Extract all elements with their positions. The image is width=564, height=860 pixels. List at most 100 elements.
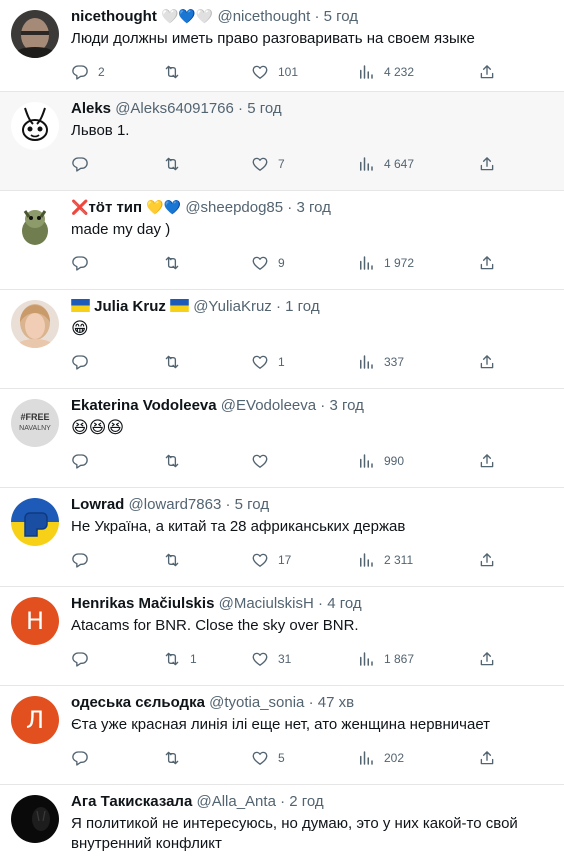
tweet-item[interactable]: Aleks @Aleks64091766 · 5 год Львов 1. 7 … [0, 92, 564, 191]
reply-button[interactable]: 2 [71, 62, 105, 82]
like-button[interactable]: 101 [251, 62, 298, 82]
display-name[interactable]: nicethought [71, 8, 157, 25]
user-handle[interactable]: @Alla_Anta [196, 793, 275, 810]
tweet-time[interactable]: 47 хв [318, 694, 354, 711]
tweet-item[interactable]: H Henrikas Mačiulskis @MaciulskisH · 4 г… [0, 587, 564, 686]
avatar[interactable]: H [11, 597, 59, 645]
avatar[interactable] [11, 102, 59, 150]
user-handle[interactable]: @sheepdog85 [185, 199, 283, 216]
retweet-button[interactable] [163, 550, 190, 570]
tweet-time[interactable]: 2 год [289, 793, 323, 810]
tweet-time[interactable]: 4 год [327, 595, 361, 612]
like-button[interactable]: 9 [251, 253, 285, 273]
display-name[interactable]: Aleks [71, 100, 111, 117]
avatar[interactable] [11, 201, 59, 249]
retweet-button[interactable] [163, 451, 190, 471]
reply-button[interactable] [71, 550, 98, 570]
reply-icon [71, 353, 89, 371]
tweet-time[interactable]: 5 год [235, 496, 269, 513]
retweet-button[interactable]: 1 [163, 649, 197, 669]
share-button[interactable] [478, 550, 496, 570]
retweet-button[interactable] [163, 748, 190, 768]
views-button[interactable]: 202 [357, 748, 404, 768]
share-button[interactable] [478, 253, 496, 273]
tweet-item[interactable]: nicethought 🤍💙🤍 @nicethought · 5 год Люд… [0, 0, 564, 92]
tweet-text: Люди должны иметь право разговаривать на… [71, 30, 475, 47]
reply-button[interactable] [71, 649, 98, 669]
tweet-time[interactable]: 5 год [324, 8, 358, 25]
user-handle[interactable]: @Aleks64091766 [115, 100, 234, 117]
reply-button[interactable] [71, 352, 98, 372]
like-button[interactable]: 31 [251, 649, 291, 669]
views-button[interactable]: 4 232 [357, 62, 414, 82]
retweet-button[interactable] [163, 62, 190, 82]
tweet-item[interactable]: #FREE NAVALNY Ekaterina Vodoleeva @EVodol… [0, 389, 564, 488]
display-name[interactable]: Ekaterina Vodoleeva [71, 397, 217, 414]
avatar[interactable] [11, 300, 59, 348]
name-emoji: 🤍💙🤍 [161, 9, 214, 25]
reply-icon [71, 63, 89, 81]
avatar[interactable] [11, 498, 59, 546]
tweet-item[interactable]: Л одеська сєльодка @tyotia_sonia · 47 хв… [0, 686, 564, 785]
reply-button[interactable] [71, 253, 98, 273]
tweet-time[interactable]: 5 год [247, 100, 281, 117]
reply-button[interactable] [71, 748, 98, 768]
share-button[interactable] [478, 451, 496, 471]
reply-icon [71, 254, 89, 272]
tweet-header: Ага Такисказала @Alla_Anta · 2 год [71, 793, 556, 811]
retweet-icon [163, 452, 181, 470]
view-count: 1 972 [384, 256, 415, 270]
share-icon [478, 749, 496, 767]
like-button[interactable]: 1 [251, 352, 285, 372]
dot-separator: · [320, 397, 326, 414]
display-name[interactable]: Lowrad [71, 496, 124, 513]
views-button[interactable]: 337 [357, 352, 404, 372]
display-name[interactable]: Ага Такисказала [71, 793, 192, 810]
avatar[interactable] [11, 795, 59, 843]
tweet-item[interactable]: Lowrad @loward7863 · 5 год Не Україна, а… [0, 488, 564, 587]
avatar[interactable] [11, 10, 59, 58]
tweet-time[interactable]: 3 год [296, 199, 330, 216]
like-count: 17 [278, 553, 292, 567]
tweet-item[interactable]: Julia Kruz @YuliaKruz · 1 год 😁 1 337 [0, 290, 564, 389]
reply-button[interactable] [71, 451, 98, 471]
share-button[interactable] [478, 748, 496, 768]
like-button[interactable]: 17 [251, 550, 291, 570]
views-button[interactable]: 4 647 [357, 154, 414, 174]
avatar[interactable]: Л [11, 696, 59, 744]
retweet-icon [163, 155, 181, 173]
tweet-time[interactable]: 1 год [285, 298, 319, 315]
display-name[interactable]: Henrikas Mačiulskis [71, 595, 214, 612]
user-handle[interactable]: @loward7863 [129, 496, 222, 513]
share-button[interactable] [478, 62, 496, 82]
user-handle[interactable]: @YuliaKruz [193, 298, 272, 315]
retweet-button[interactable] [163, 253, 190, 273]
views-button[interactable]: 990 [357, 451, 404, 471]
user-handle[interactable]: @tyotia_sonia [209, 694, 304, 711]
display-name[interactable]: одеська сєльодка [71, 694, 205, 711]
views-button[interactable]: 1 972 [357, 253, 414, 273]
reply-button[interactable] [71, 154, 98, 174]
retweet-button[interactable] [163, 154, 190, 174]
tweet-time[interactable]: 3 год [329, 397, 363, 414]
user-handle[interactable]: @MaciulskisH [219, 595, 314, 612]
like-button[interactable]: 5 [251, 748, 285, 768]
tweet-header: Henrikas Mačiulskis @MaciulskisH · 4 год [71, 595, 556, 613]
share-button[interactable] [478, 352, 496, 372]
like-button[interactable]: 7 [251, 154, 285, 174]
share-button[interactable] [478, 154, 496, 174]
tweet-item[interactable]: Ага Такисказала @Alla_Anta · 2 год Я пол… [0, 785, 564, 860]
tweet-item[interactable]: ❌тöт тип 💛💙 @sheepdog85 · 3 год made my … [0, 191, 564, 290]
share-button[interactable] [478, 649, 496, 669]
user-handle[interactable]: @nicethought [217, 8, 310, 25]
display-name[interactable]: Julia Kruz [94, 298, 166, 315]
retweet-button[interactable] [163, 352, 190, 372]
like-button[interactable] [251, 451, 278, 471]
display-name[interactable]: тöт тип [88, 199, 142, 216]
share-icon [478, 452, 496, 470]
views-button[interactable]: 2 311 [357, 550, 413, 570]
user-handle[interactable]: @EVodoleeva [221, 397, 316, 414]
avatar[interactable]: #FREE NAVALNY [11, 399, 59, 447]
tweet-text: made my day ) [71, 221, 171, 238]
views-button[interactable]: 1 867 [357, 649, 414, 669]
